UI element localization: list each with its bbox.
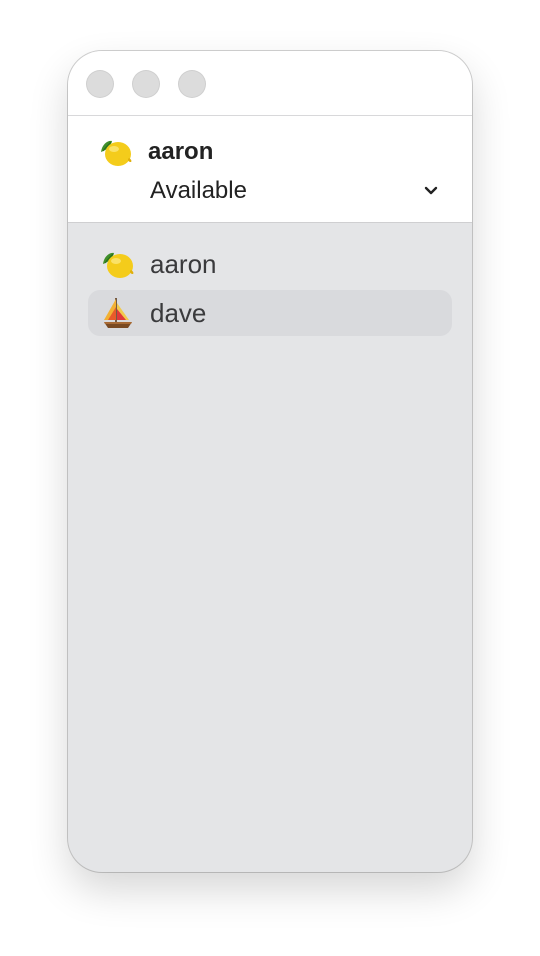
chevron-down-icon bbox=[424, 186, 438, 195]
zoom-button[interactable] bbox=[178, 70, 206, 98]
account-header: aaron Available bbox=[68, 116, 472, 223]
lemon-icon bbox=[101, 140, 132, 166]
status-value: Available bbox=[150, 177, 247, 204]
title-bar[interactable] bbox=[68, 51, 472, 116]
contact-name: dave bbox=[150, 298, 207, 328]
contact-name: aaron bbox=[150, 249, 217, 279]
contact-row-aaron[interactable]: aaron bbox=[88, 241, 452, 287]
sailboat-icon bbox=[104, 298, 132, 328]
close-button[interactable] bbox=[86, 70, 114, 98]
contacts-window: aaron Available aaron dave bbox=[68, 51, 472, 872]
lemon-icon bbox=[103, 252, 134, 278]
minimize-button[interactable] bbox=[132, 70, 160, 98]
status-dropdown[interactable]: Available bbox=[150, 174, 440, 208]
contact-row-dave[interactable]: dave bbox=[88, 290, 452, 336]
account-name: aaron bbox=[148, 138, 214, 165]
